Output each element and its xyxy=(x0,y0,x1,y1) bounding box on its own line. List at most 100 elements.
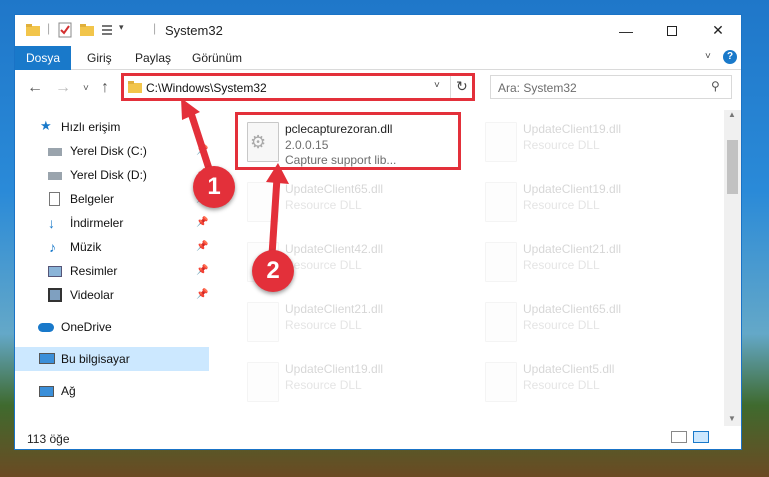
recent-locations-icon[interactable]: ˅ xyxy=(83,83,89,94)
sidebar-item-label: Müzik xyxy=(70,240,102,254)
sidebar-item-this-pc[interactable]: Bu bilgisayar xyxy=(15,347,209,371)
sidebar-item-onedrive[interactable]: OneDrive xyxy=(15,315,209,339)
dll-file-icon xyxy=(485,302,517,342)
search-input[interactable]: Ara: System32 ⚲ xyxy=(490,75,732,99)
file-name: UpdateClient21.dll xyxy=(523,242,622,256)
tiles-view-icon[interactable] xyxy=(693,431,709,443)
file-item[interactable]: UpdateClient21.dll Resource DLL xyxy=(237,296,457,354)
file-name: UpdateClient42.dll xyxy=(285,242,384,256)
dll-file-icon xyxy=(485,122,517,162)
star-icon: ★ xyxy=(40,118,52,133)
sidebar-item-quick-access[interactable]: ★ Hızlı erişim xyxy=(15,115,209,139)
back-arrow-icon[interactable]: ← xyxy=(27,79,43,97)
file-item[interactable]: UpdateClient19.dll Resource DLL xyxy=(475,176,695,234)
sidebar-item-documents[interactable]: Belgeler 📌 xyxy=(15,187,209,211)
file-name: UpdateClient5.dll xyxy=(523,362,615,376)
sidebar-item-label: Hızlı erişim xyxy=(61,120,121,134)
explorer-window: | ▾ | System32 — ✕ Dosya Giriş Paylaş Gö… xyxy=(14,14,742,450)
file-item[interactable]: UpdateClient21.dll Resource DLL xyxy=(475,236,695,294)
sidebar-item-label: İndirmeler xyxy=(70,216,124,230)
file-description: Resource DLL xyxy=(523,198,600,212)
computer-icon xyxy=(39,353,55,364)
maximize-button[interactable] xyxy=(649,15,695,46)
file-item[interactable]: UpdateClient5.dll Resource DLL xyxy=(475,356,695,414)
file-item[interactable]: UpdateClient19.dll Resource DLL xyxy=(475,116,695,174)
minimize-button[interactable]: — xyxy=(603,15,649,46)
separator: | xyxy=(47,21,51,35)
tab-home[interactable]: Giriş xyxy=(75,46,124,70)
file-name: UpdateClient19.dll xyxy=(285,362,384,376)
sidebar-item-label: Ağ xyxy=(61,384,76,398)
documents-icon xyxy=(49,192,60,206)
sidebar-item-network[interactable]: Ağ xyxy=(15,379,209,403)
tab-share[interactable]: Paylaş xyxy=(123,46,183,70)
navigation-pane: ★ Hızlı erişim Yerel Disk (C:) 📌 Yerel D… xyxy=(15,110,213,420)
minimize-icon: — xyxy=(619,22,633,39)
sidebar-item-downloads[interactable]: ↓ İndirmeler 📌 xyxy=(15,211,209,235)
dll-file-icon xyxy=(485,182,517,222)
details-view-icon[interactable] xyxy=(671,431,687,443)
search-icon: ⚲ xyxy=(711,79,720,93)
search-placeholder: Ara: System32 xyxy=(498,81,577,95)
file-name: UpdateClient19.dll xyxy=(523,122,622,136)
pictures-icon xyxy=(48,266,62,277)
close-button[interactable]: ✕ xyxy=(695,15,741,46)
step-1-badge: 1 xyxy=(193,166,235,208)
pin-icon[interactable]: 📌 xyxy=(196,139,208,163)
new-folder-icon[interactable] xyxy=(79,22,95,38)
sidebar-item-label: Yerel Disk (D:) xyxy=(70,168,147,182)
sidebar-item-local-disk-c[interactable]: Yerel Disk (C:) 📌 xyxy=(15,139,209,163)
sidebar-item-label: Videolar xyxy=(70,288,114,302)
properties-icon[interactable] xyxy=(57,22,73,38)
status-bar: 113 öğe xyxy=(15,425,741,451)
sidebar-item-local-disk-d[interactable]: Yerel Disk (D:) 📌 xyxy=(15,163,209,187)
file-name: UpdateClient65.dll xyxy=(285,182,384,196)
file-description: Resource DLL xyxy=(523,378,600,392)
videos-icon xyxy=(48,288,62,302)
sidebar-item-label: OneDrive xyxy=(61,320,112,334)
file-description: Resource DLL xyxy=(285,318,362,332)
sidebar-item-videos[interactable]: Videolar 📌 xyxy=(15,283,209,307)
tab-view[interactable]: Görünüm xyxy=(180,46,254,70)
file-name: UpdateClient21.dll xyxy=(285,302,384,316)
dll-file-icon xyxy=(247,362,279,402)
network-icon xyxy=(39,386,54,397)
dll-file-icon xyxy=(485,242,517,282)
sidebar-item-pictures[interactable]: Resimler 📌 xyxy=(15,259,209,283)
pin-icon[interactable]: 📌 xyxy=(196,211,208,235)
window-title: System32 xyxy=(165,23,223,38)
file-item[interactable]: UpdateClient65.dll Resource DLL xyxy=(475,296,695,354)
rename-icon[interactable] xyxy=(101,22,117,38)
forward-arrow-icon[interactable]: → xyxy=(55,79,71,97)
item-count: 113 öğe xyxy=(27,432,70,446)
sidebar-item-label: Yerel Disk (C:) xyxy=(70,144,147,158)
customize-toolbar-dropdown-icon[interactable]: ▾ xyxy=(119,22,124,33)
dll-file-icon xyxy=(485,362,517,402)
scroll-down-icon[interactable]: ▼ xyxy=(728,414,736,423)
file-item[interactable]: UpdateClient65.dll Resource DLL xyxy=(237,176,457,234)
folder-icon xyxy=(26,24,40,36)
sidebar-item-label: Belgeler xyxy=(70,192,115,206)
vertical-scrollbar[interactable]: ▲ ▼ xyxy=(724,110,741,426)
file-list: ⚙ pclecapturezoran.dll 2.0.0.15 Capture … xyxy=(225,110,725,420)
file-description: Resource DLL xyxy=(523,258,600,272)
help-icon[interactable]: ? xyxy=(723,50,737,64)
close-icon: ✕ xyxy=(712,22,724,38)
tab-file[interactable]: Dosya xyxy=(15,46,71,70)
scroll-thumb[interactable] xyxy=(727,140,738,194)
ribbon-tabs: Dosya Giriş Paylaş Görünüm ˅ ? xyxy=(15,46,741,70)
sidebar-item-music[interactable]: ♪ Müzik 📌 xyxy=(15,235,209,259)
scroll-up-icon[interactable]: ▲ xyxy=(728,110,736,119)
dll-file-icon xyxy=(247,182,279,222)
expand-ribbon-icon[interactable]: ˅ xyxy=(705,51,711,62)
cloud-icon xyxy=(38,323,54,332)
pin-icon[interactable]: 📌 xyxy=(196,283,208,307)
pin-icon[interactable]: 📌 xyxy=(196,259,208,283)
file-item[interactable]: UpdateClient19.dll Resource DLL xyxy=(237,356,457,414)
up-arrow-icon[interactable]: ↑ xyxy=(101,79,109,97)
drive-icon xyxy=(48,148,62,156)
sidebar-item-label: Bu bilgisayar xyxy=(61,352,130,366)
address-highlight-box xyxy=(121,73,475,101)
file-name: UpdateClient19.dll xyxy=(523,182,622,196)
pin-icon[interactable]: 📌 xyxy=(196,235,208,259)
